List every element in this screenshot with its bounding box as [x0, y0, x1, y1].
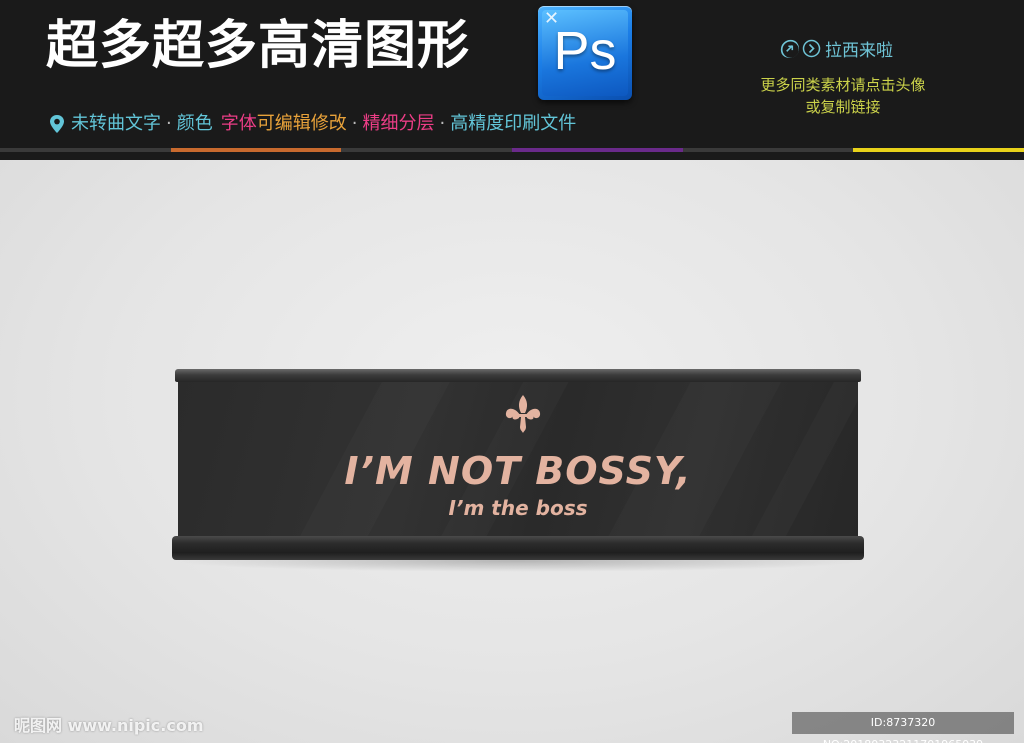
- feature-text: 精细分层: [362, 113, 435, 134]
- header-banner: 超多超多高清图形 ✕ Ps 未转曲文字 · 颜色 字体 可编辑修改 · 精细分层…: [0, 0, 1024, 160]
- feature-text: 颜色: [176, 113, 213, 134]
- feature-text: 未转曲文字: [71, 113, 161, 134]
- site-watermark: 昵图网 www.nipic.com: [14, 716, 204, 735]
- link-icon: [780, 39, 799, 58]
- feature-text: 高精度印刷文件: [450, 113, 577, 134]
- sign-subline: I’m the boss: [448, 496, 588, 520]
- color-stripe: [0, 148, 1024, 152]
- more-line-1: 更多同类素材请点击头像: [760, 76, 926, 94]
- author-name: 拉西来啦: [825, 41, 893, 61]
- feature-text: 字体: [220, 113, 257, 134]
- ps-logo-label: Ps: [553, 21, 617, 81]
- feature-separator: ·: [351, 113, 358, 134]
- feature-list: 未转曲文字 · 颜色 字体 可编辑修改 · 精细分层 · 高精度印刷文件: [48, 110, 576, 138]
- more-line-2: 或复制链接: [805, 98, 881, 116]
- fleur-de-lis-icon: [505, 395, 541, 433]
- sign-headline: I’M NOT BOSSY,: [344, 449, 692, 493]
- feature-separator: ·: [439, 113, 446, 134]
- sign-top-rail: [175, 369, 861, 382]
- sign-bottom-rail: [172, 536, 864, 560]
- author-link[interactable]: 拉西来啦: [780, 36, 893, 61]
- photoshop-icon: ✕ Ps: [538, 6, 632, 100]
- more-materials-note: 更多同类素材请点击头像 或复制链接: [748, 74, 938, 118]
- banner-title: 超多超多高清图形: [46, 16, 471, 76]
- location-pin-icon: [50, 115, 64, 133]
- feature-separator: ·: [166, 113, 172, 134]
- image-id-badge: ID:8737320 NO:20180323211701965039: [792, 712, 1014, 743]
- feature-text: 可编辑修改: [256, 113, 347, 134]
- chevron-right-icon: [802, 39, 821, 58]
